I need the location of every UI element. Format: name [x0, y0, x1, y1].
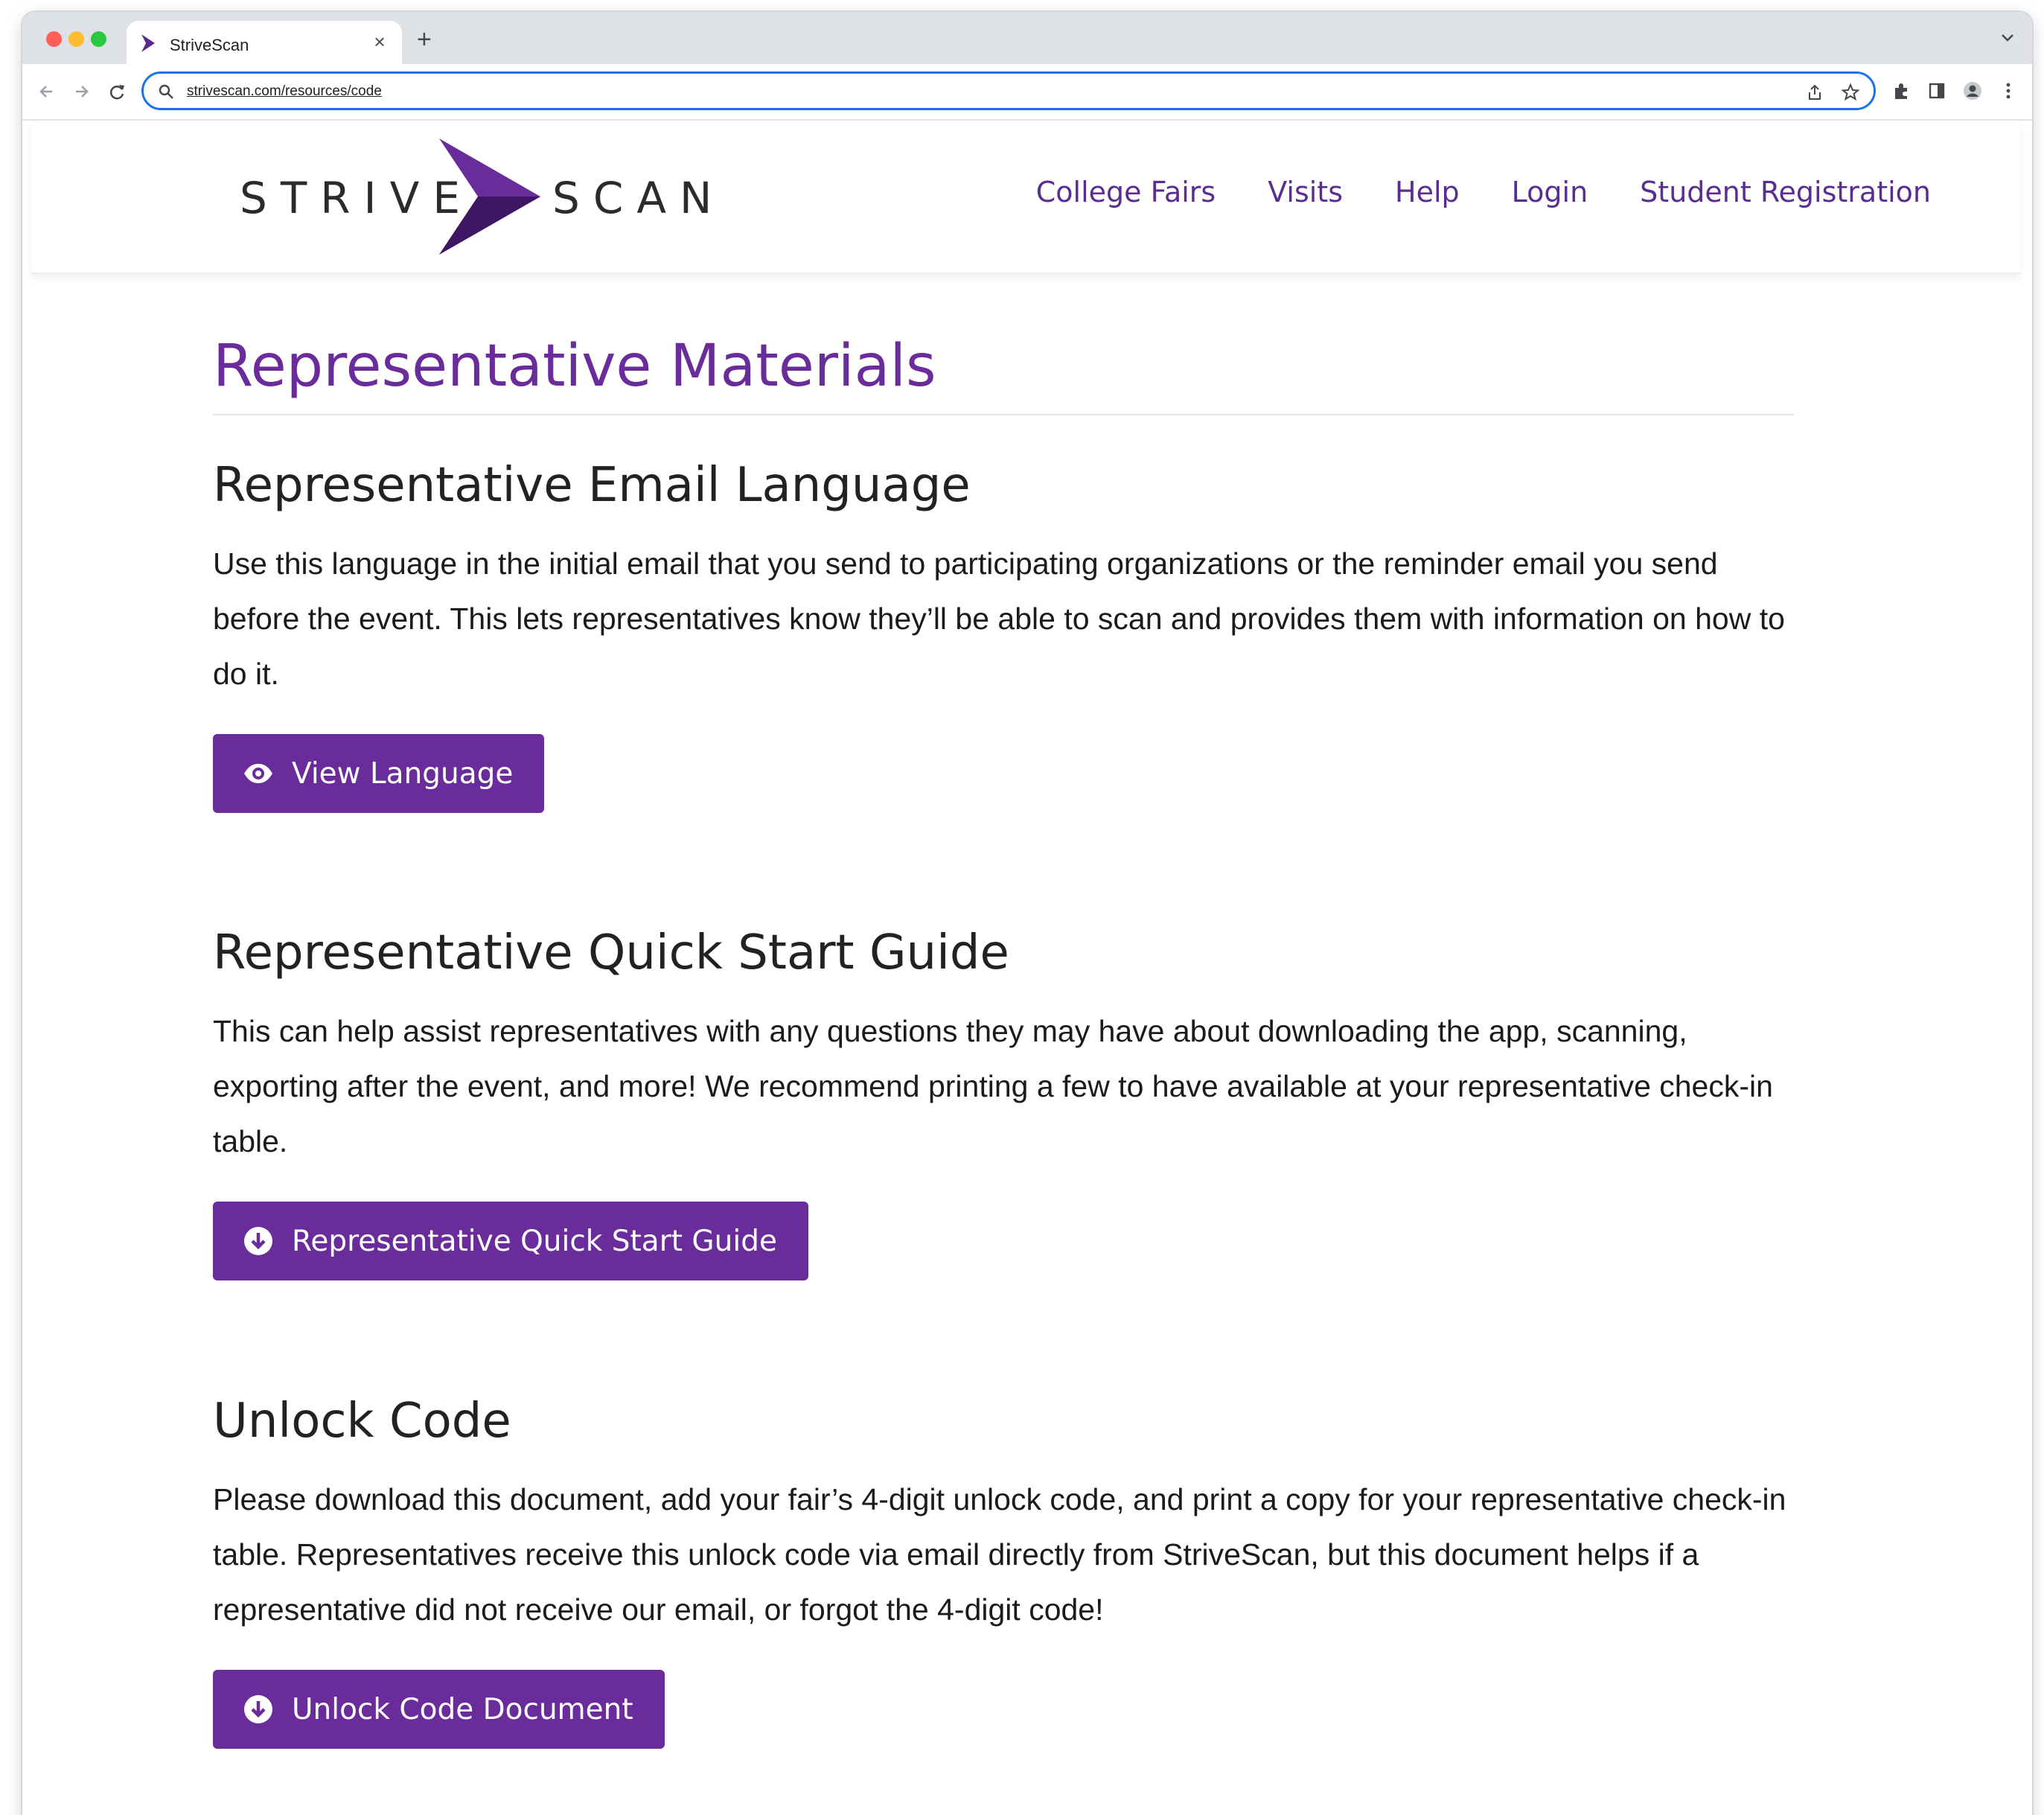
- logo-chevron-icon: [439, 138, 540, 255]
- main-nav: College Fairs Visits Help Login Student …: [1036, 176, 1931, 208]
- browser-toolbar: strivescan.com/resources/code: [22, 64, 2032, 121]
- view-language-label: View Language: [292, 756, 514, 791]
- site-header: STRIVE SCAN College Fairs Visits Help Lo…: [31, 121, 2020, 274]
- nav-login[interactable]: Login: [1512, 176, 1588, 208]
- reload-icon[interactable]: [106, 80, 128, 103]
- forward-arrow-icon[interactable]: [70, 80, 92, 103]
- bookmark-star-icon[interactable]: [1841, 83, 1860, 102]
- browser-menu-kebab-icon[interactable]: [1998, 80, 2019, 101]
- web-page: STRIVE SCAN College Fairs Visits Help Lo…: [22, 121, 2032, 1815]
- view-language-button[interactable]: View Language: [213, 734, 545, 813]
- minimize-window-button[interactable]: [68, 31, 84, 47]
- back-arrow-icon[interactable]: [36, 80, 58, 103]
- download-circle-icon: [243, 1694, 274, 1725]
- address-bar[interactable]: strivescan.com/resources/code: [141, 71, 1876, 110]
- download-circle-icon: [243, 1225, 274, 1257]
- strivescan-favicon-icon: [141, 34, 155, 52]
- eye-icon: [243, 758, 274, 789]
- nav-visits[interactable]: Visits: [1268, 176, 1343, 208]
- email-language-section: Representative Email Language Use this l…: [213, 456, 1794, 813]
- browser-tab[interactable]: StriveScan ×: [127, 21, 402, 64]
- main-content: Representative Materials Representative …: [213, 329, 1794, 1749]
- section-heading: Representative Email Language: [213, 458, 971, 513]
- unlock-code-document-label: Unlock Code Document: [292, 1692, 633, 1726]
- logo-text-scan: SCAN: [552, 173, 726, 223]
- section-heading: Representative Quick Start Guide: [213, 925, 1009, 980]
- unlock-code-section: Unlock Code Please download this documen…: [213, 1391, 1794, 1749]
- nav-college-fairs[interactable]: College Fairs: [1036, 176, 1216, 208]
- url-text[interactable]: strivescan.com/resources/code: [187, 83, 382, 100]
- new-tab-button[interactable]: +: [417, 27, 432, 52]
- section-description: Use this language in the initial email t…: [213, 546, 1785, 691]
- profile-avatar-icon[interactable]: [1962, 80, 1983, 101]
- quick-start-guide-button[interactable]: Representative Quick Start Guide: [213, 1202, 808, 1280]
- extensions-puzzle-icon[interactable]: [1891, 80, 1912, 101]
- tab-close-icon[interactable]: ×: [369, 31, 390, 52]
- share-icon[interactable]: [1805, 83, 1824, 102]
- quick-start-guide-label: Representative Quick Start Guide: [292, 1224, 777, 1258]
- page-title: Representative Materials: [213, 329, 1794, 415]
- quick-start-section: Representative Quick Start Guide This ca…: [213, 923, 1794, 1280]
- section-heading: Unlock Code: [213, 1394, 511, 1449]
- browser-window: StriveScan × + strivescan.com/resources/…: [22, 12, 2032, 1815]
- nav-help[interactable]: Help: [1395, 176, 1460, 208]
- section-description: Please download this document, add your …: [213, 1482, 1786, 1627]
- unlock-code-document-button[interactable]: Unlock Code Document: [213, 1670, 665, 1749]
- tab-bar: StriveScan × +: [22, 12, 2032, 64]
- maximize-window-button[interactable]: [91, 31, 106, 47]
- close-window-button[interactable]: [46, 31, 62, 47]
- side-panel-icon[interactable]: [1926, 80, 1947, 101]
- nav-student-registration[interactable]: Student Registration: [1640, 176, 1931, 208]
- strivescan-logo[interactable]: STRIVE SCAN: [240, 138, 746, 255]
- tab-search-chevron-icon[interactable]: [1998, 28, 2017, 48]
- section-description: This can help assist representatives wit…: [213, 1014, 1773, 1158]
- search-icon: [159, 84, 173, 99]
- tab-title: StriveScan: [170, 36, 249, 54]
- logo-text-strive: STRIVE: [240, 173, 473, 223]
